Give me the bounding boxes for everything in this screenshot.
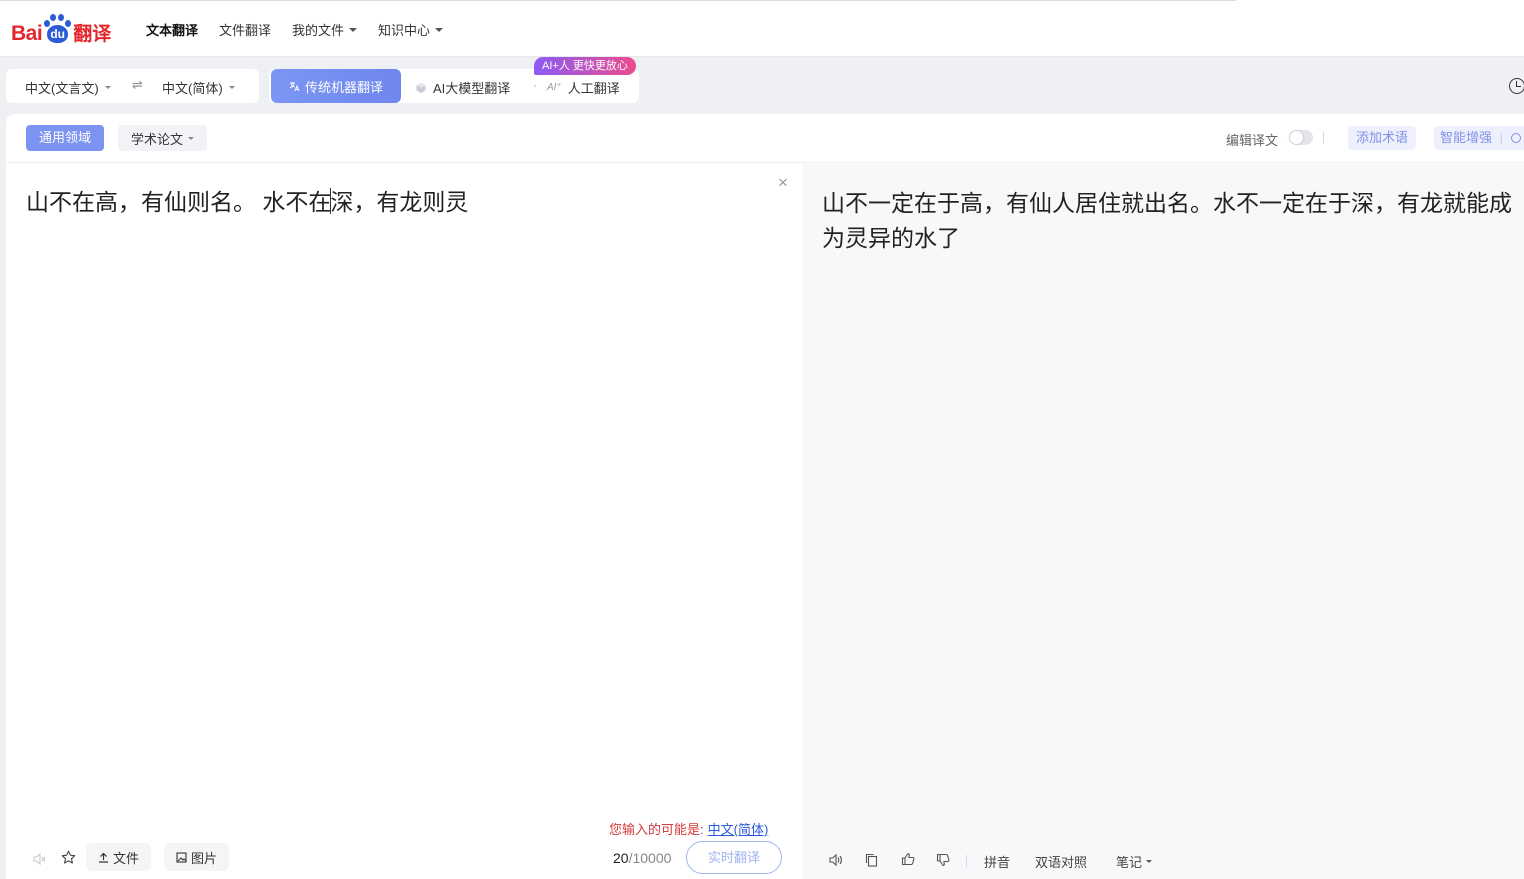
caret-down-icon <box>104 86 111 89</box>
language-selector: 中文(文言文) ⇌ 中文(简体) <box>6 69 259 103</box>
thumbs-up-icon[interactable] <box>901 852 915 866</box>
nav-file-translate[interactable]: 文件翻译 <box>219 20 271 39</box>
copy-icon[interactable] <box>865 853 878 867</box>
realtime-translate-button[interactable]: 实时翻译 <box>686 841 782 874</box>
char-limit: /10000 <box>628 850 672 866</box>
star-icon[interactable] <box>61 850 76 865</box>
caret-down-icon <box>435 27 444 32</box>
source-text-part: 山不在高，有仙则名。 水不在 <box>26 189 332 215</box>
translate-icon <box>289 81 300 91</box>
nav-label: 知识中心 <box>378 23 431 38</box>
tab-ai-model-translation[interactable]: AI大模型翻译 <box>415 78 510 97</box>
baidu-translate-logo[interactable]: Bai du 翻译 <box>11 8 111 44</box>
detected-language-link[interactable]: 中文(简体) <box>708 822 769 837</box>
target-circle-icon <box>1510 133 1521 143</box>
source-language-label: 中文(文言文) <box>25 81 99 96</box>
thumbs-down-icon[interactable] <box>936 853 950 867</box>
nav-label: 文本翻译 <box>146 23 199 38</box>
nav-knowledge-center[interactable]: 知识中心 <box>378 20 444 39</box>
tab-label: 人工翻译 <box>567 81 620 96</box>
clear-icon[interactable]: × <box>778 174 788 191</box>
edit-translation-toggle[interactable] <box>1289 130 1313 145</box>
nav-label: 文件翻译 <box>219 23 272 38</box>
upload-image-button[interactable]: 图片 <box>164 843 230 871</box>
ai-plus-icon: AI⁺ <box>547 82 562 93</box>
caret-down-icon <box>228 86 235 89</box>
target-language-dropdown[interactable]: 中文(简体) <box>162 78 235 97</box>
image-icon <box>176 851 187 863</box>
nav-label: 我的文件 <box>292 23 345 38</box>
domain-academic-dropdown[interactable]: 学术论文 <box>118 125 208 151</box>
domain-toolbar: 通用领域 学术论文 编辑译文 添加术语 智能增强 | <box>6 114 1524 163</box>
nav-text-translate[interactable]: 文本翻译 <box>146 20 198 39</box>
detect-prefix: 您输入的可能是: <box>609 822 704 837</box>
logo-text-du: du <box>47 25 69 43</box>
notes-dropdown[interactable]: 笔记 <box>1116 852 1153 871</box>
caret-down-icon <box>188 136 195 140</box>
target-pane: 山不一定在于高，有仙人居住就出名。水不一定在于深，有龙就能成为灵异的水了 拼音 … <box>802 164 1524 879</box>
speaker-muted-icon[interactable] <box>32 852 46 866</box>
divider <box>1323 132 1324 144</box>
logo-text-fanyi: 翻译 <box>73 24 112 45</box>
add-term-button[interactable]: 添加术语 <box>1348 126 1417 150</box>
upload-image-label: 图片 <box>191 850 218 866</box>
bilingual-label: 双语对照 <box>1035 855 1088 870</box>
domain-general-button[interactable]: 通用领域 <box>26 125 105 151</box>
domain-label: 学术论文 <box>131 131 184 147</box>
upload-file-label: 文件 <box>113 850 140 866</box>
mode-separator: · <box>533 78 537 92</box>
paw-logo-icon: du <box>43 12 72 44</box>
top-nav-bar: Bai du 翻译 文本翻译 文件翻译 我的文件 知识中心 <box>0 0 1524 57</box>
speaker-icon[interactable] <box>828 853 843 867</box>
language-detection-hint: 您输入的可能是: 中文(简体) <box>609 819 768 838</box>
caret-down-icon <box>1146 860 1153 863</box>
translation-panel: 通用领域 学术论文 编辑译文 添加术语 智能增强 | 山不在高，有仙则名。 水不… <box>6 114 1524 879</box>
tab-human-translation[interactable]: AI⁺ 人工翻译 <box>547 78 620 97</box>
edit-translation-label: 编辑译文 <box>1226 133 1279 148</box>
pinyin-label: 拼音 <box>984 855 1011 870</box>
nav-my-files[interactable]: 我的文件 <box>292 20 358 39</box>
main-nav: 文本翻译 文件翻译 我的文件 知识中心 <box>146 20 444 39</box>
source-text-input[interactable]: 山不在高，有仙则名。 水不在深，有龙则灵 <box>26 186 468 218</box>
source-language-dropdown[interactable]: 中文(文言文) <box>25 78 111 97</box>
swap-languages-icon[interactable]: ⇌ <box>132 77 143 93</box>
notes-label: 笔记 <box>1116 855 1143 870</box>
source-text-part: 深，有龙则灵 <box>330 189 469 215</box>
top-border <box>0 0 1236 1</box>
translation-output: 山不一定在于高，有仙人居住就出名。水不一定在于深，有龙就能成为灵异的水了 <box>822 190 1512 251</box>
tab-traditional-machine-translation[interactable]: 传统机器翻译 <box>271 69 401 103</box>
source-pane: 山不在高，有仙则名。 水不在深，有龙则灵 × 您输入的可能是: 中文(简体) 文件… <box>6 164 802 879</box>
tab-label: AI大模型翻译 <box>433 81 511 96</box>
promo-badge: AI+人 更快更放心 <box>534 57 636 75</box>
logo-text-bai: Bai <box>11 22 43 45</box>
pinyin-button[interactable]: 拼音 <box>984 852 1010 871</box>
cube-icon <box>416 82 426 93</box>
divider <box>966 855 967 867</box>
character-count: 20/10000 <box>613 850 671 866</box>
history-clock-icon[interactable] <box>1509 78 1524 94</box>
caret-down-icon <box>349 27 358 32</box>
smart-enhance-button[interactable]: 智能增强 | <box>1434 126 1524 150</box>
upload-icon <box>99 852 108 863</box>
smart-divider: | <box>1499 130 1504 145</box>
upload-file-button[interactable]: 文件 <box>86 843 152 871</box>
tab-label: 传统机器翻译 <box>304 79 383 95</box>
bilingual-button[interactable]: 双语对照 <box>1035 852 1087 871</box>
char-count-value: 20 <box>613 850 629 866</box>
target-language-label: 中文(简体) <box>162 81 223 96</box>
smart-enhance-label: 智能增强 <box>1440 130 1493 145</box>
